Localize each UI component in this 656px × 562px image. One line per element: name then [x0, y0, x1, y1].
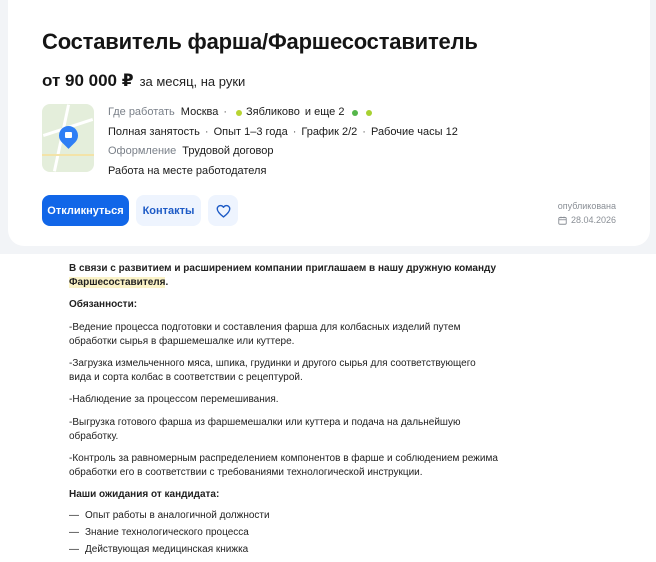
- published-label: опубликована: [557, 201, 616, 211]
- metro-station: Зябликово: [246, 106, 300, 118]
- apply-button[interactable]: Откликнуться: [42, 195, 129, 226]
- schedule: График 2/2: [301, 125, 358, 138]
- duty-item: -Контроль за равномерным распределением …: [69, 453, 498, 479]
- published-date: 28.04.2026: [570, 215, 616, 225]
- vacancy-details: Где работать Москва · Зябликово и еще 2 …: [108, 103, 458, 181]
- requirement-item: — Знание технологического процесса: [69, 526, 249, 538]
- intro-highlight: Фаршесоставителя: [69, 277, 166, 289]
- duty-item: -Загрузка измельченного мяса, шпика, гру…: [69, 358, 476, 384]
- expectations-title: Наши ожидания от кандидата:: [69, 489, 220, 501]
- requirement-item: — Опыт работы в аналогичной должности: [69, 509, 270, 521]
- location-label: Где работать: [108, 106, 175, 118]
- metro-dot-icon: [366, 109, 373, 116]
- workplace-row: Работа на месте работодателя: [108, 162, 458, 182]
- vacancy-header-card: Составитель фарша/Фаршесоставитель от 90…: [8, 0, 650, 246]
- heart-icon: [216, 204, 230, 218]
- experience: Опыт 1–3 года: [213, 125, 288, 138]
- more-locations-link[interactable]: и еще 2: [305, 103, 345, 123]
- duties-title: Обязанности:: [69, 299, 138, 311]
- intro-paragraph: В связи с развитием и расширением компан…: [69, 262, 499, 290]
- salary-period: за месяц, на руки: [139, 74, 246, 89]
- requirement-item: — Действующая медицинская книжка: [69, 544, 249, 556]
- vacancy-description: В связи с развитием и расширением компан…: [69, 262, 499, 557]
- working-hours: Рабочие часы 12: [370, 125, 458, 138]
- published-info: опубликована 28.04.2026: [558, 199, 616, 227]
- contract-row: Оформление Трудовой договор: [108, 142, 458, 162]
- calendar-icon: [558, 216, 567, 225]
- workplace: Работа на месте работодателя: [108, 164, 267, 177]
- duty-item: -Выгрузка готового фарша из фаршемешалки…: [69, 416, 461, 442]
- vacancy-title: Составитель фарша/Фаршесоставитель: [42, 29, 478, 54]
- intro-text: В связи с развитием и расширением компан…: [69, 263, 497, 274]
- location-row: Где работать Москва · Зябликово и еще 2: [108, 103, 458, 123]
- employment: Полная занятость: [108, 125, 200, 138]
- favorite-button[interactable]: [208, 195, 238, 226]
- map-thumbnail[interactable]: [42, 104, 94, 172]
- salary-amount: от 90 000 ₽: [42, 71, 134, 90]
- salary: от 90 000 ₽ за месяц, на руки: [42, 71, 245, 91]
- city: Москва: [180, 106, 219, 118]
- contract-type: Трудовой договор: [182, 145, 274, 157]
- metro-dot-icon: [236, 109, 243, 116]
- contacts-button[interactable]: Контакты: [136, 195, 201, 226]
- conditions-row: Полная занятость · Опыт 1–3 года · Графи…: [108, 123, 458, 143]
- contract-label: Оформление: [108, 145, 177, 157]
- duty-item: -Наблюдение за процессом перемешивания.: [69, 394, 279, 406]
- metro-dot-icon: [352, 109, 359, 116]
- intro-end: .: [165, 277, 169, 289]
- duty-item: -Ведение процесса подготовки и составлен…: [69, 321, 461, 347]
